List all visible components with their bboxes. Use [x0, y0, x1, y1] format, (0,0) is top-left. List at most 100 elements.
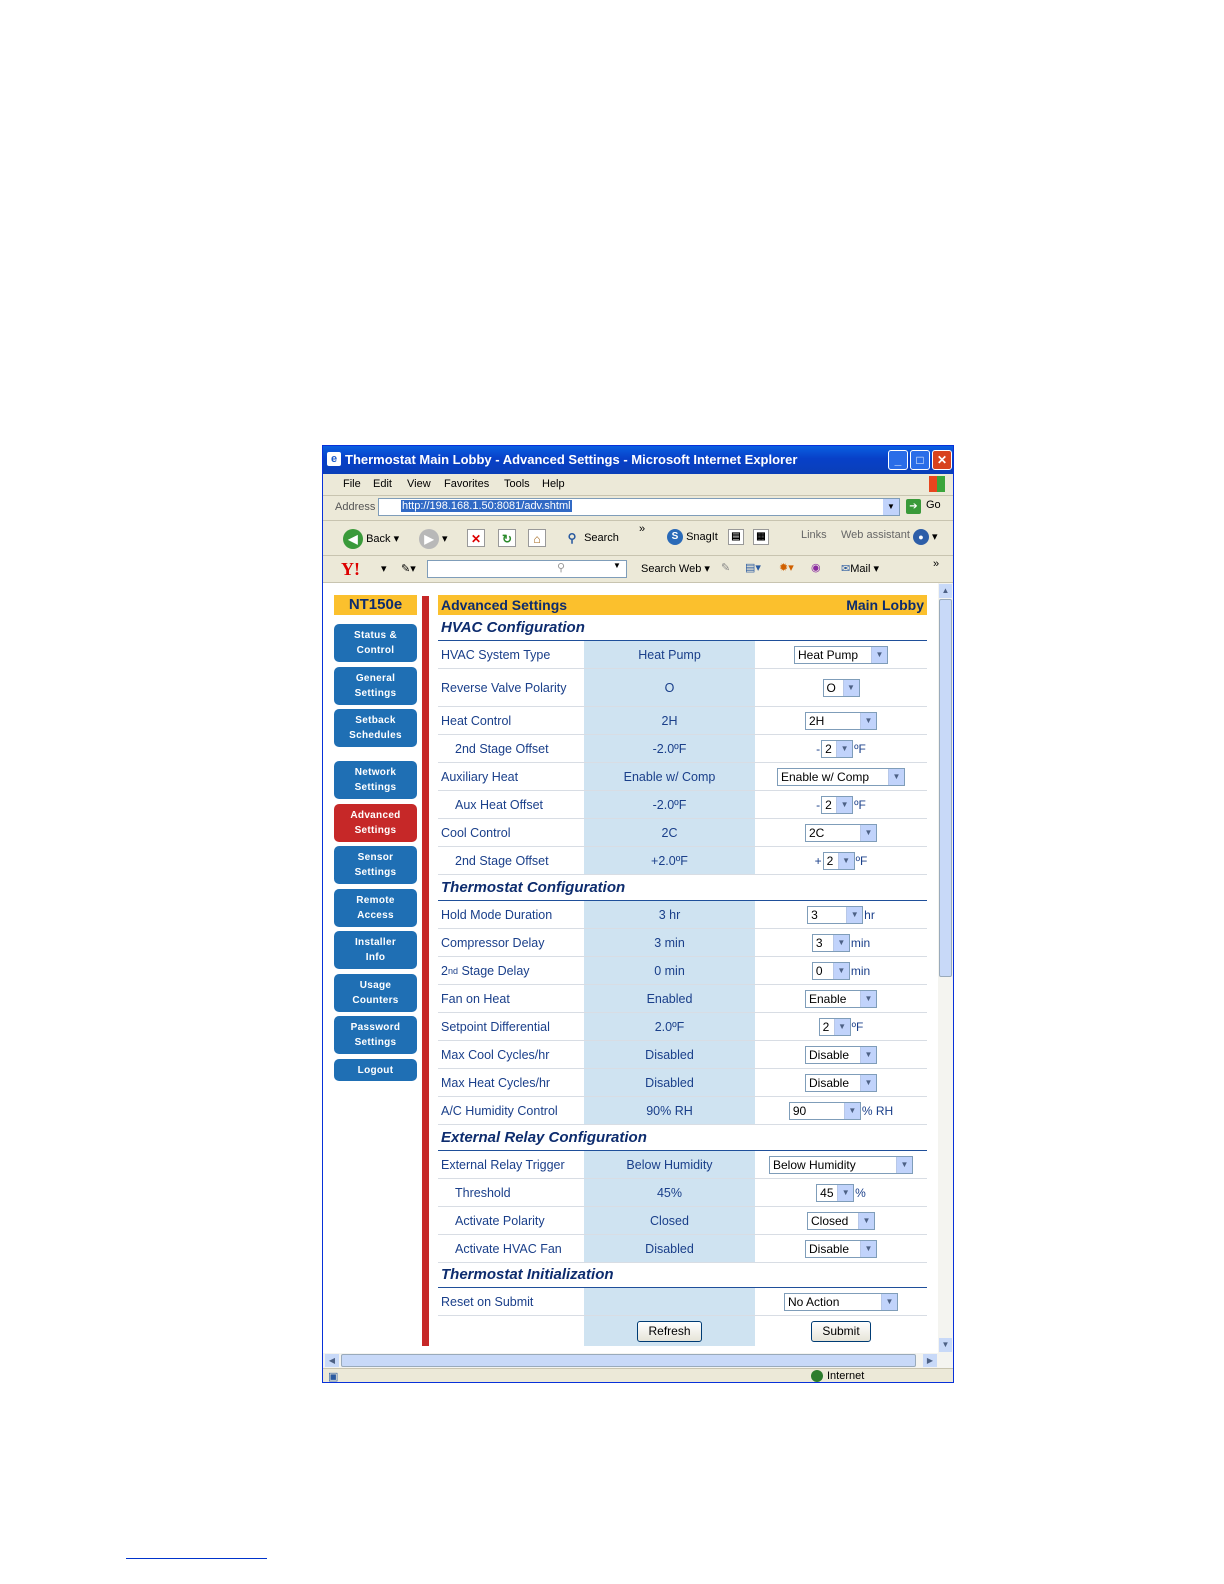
status-bar: ▣ Internet [323, 1368, 953, 1382]
yahoo-logo-icon[interactable]: Y! [341, 559, 360, 580]
select-value: 3 [811, 907, 818, 922]
forward-button[interactable]: ▶ ▾ [419, 529, 448, 549]
hold-mode-select[interactable]: 3 ▼ [807, 905, 864, 924]
select-value: 3 [815, 935, 823, 950]
chevron-down-icon[interactable]: ▼ [883, 499, 899, 515]
refresh-button[interactable]: Refresh [637, 1320, 702, 1342]
scroll-up-icon[interactable]: ▲ [939, 584, 952, 598]
pencil-icon[interactable]: ✎▾ [401, 562, 416, 575]
select-value: Below Humidity [773, 1157, 856, 1172]
activate-polarity-select[interactable]: Closed ▼ [807, 1211, 875, 1230]
max-cool-select[interactable]: Disable ▼ [805, 1045, 877, 1064]
go-button[interactable]: Go [926, 499, 941, 511]
antispy-icon[interactable]: ✹▾ [779, 561, 794, 574]
nav-status-control[interactable]: Status & Control [334, 624, 417, 662]
menu-help[interactable]: Help [542, 478, 565, 490]
hvac-type-select[interactable]: Heat Pump ▼ [794, 645, 888, 664]
activate-hvac-fan-select[interactable]: Disable ▼ [805, 1239, 877, 1258]
horizontal-scrollbar[interactable]: ◀ ▶ [323, 1353, 953, 1368]
fan-on-heat-select[interactable]: Enable ▼ [805, 989, 877, 1008]
current-value: -2.0ºF [584, 735, 755, 762]
scroll-down-icon[interactable]: ▼ [939, 1338, 952, 1352]
current-value: Enable w/ Comp [584, 763, 755, 790]
web-assistant-button[interactable]: Web assistant [841, 529, 910, 541]
row-label: Fan on Heat [441, 991, 510, 1006]
nav-installer-info[interactable]: Installer Info [334, 931, 417, 969]
messenger-icon[interactable]: ◉ [811, 561, 821, 574]
menu-view[interactable]: View [407, 478, 431, 490]
reverse-valve-select[interactable]: O ▼ [822, 678, 860, 697]
relay-trigger-select[interactable]: Below Humidity ▼ [769, 1155, 913, 1174]
minimize-button[interactable]: _ [888, 450, 908, 470]
stage-delay-select[interactable]: 0 ▼ [811, 961, 850, 980]
page-title: Advanced Settings [441, 597, 568, 613]
menu-tools[interactable]: Tools [504, 478, 530, 490]
nav-remote-access[interactable]: Remote Access [334, 889, 417, 927]
close-button[interactable]: ✕ [932, 450, 952, 470]
layout-icon[interactable]: ▤▾ [745, 561, 761, 574]
ac-humidity-select[interactable]: 90 ▼ [788, 1101, 861, 1120]
search-web-button[interactable]: Search Web ▾ [641, 562, 710, 575]
setpoint-diff-select[interactable]: 2 ▼ [818, 1017, 851, 1036]
highlight-icon[interactable]: ✎ [721, 561, 730, 574]
divider-bar [422, 596, 429, 1346]
envelope-icon: ✉ [841, 563, 851, 575]
nav-setback-schedules[interactable]: Setback Schedules [334, 709, 417, 747]
capture-edit-button[interactable]: ▦ [753, 529, 769, 545]
nav-advanced-settings[interactable]: Advanced Settings [334, 804, 417, 842]
compressor-delay-select[interactable]: 3 ▼ [811, 933, 850, 952]
aux-heat-select[interactable]: Enable w/ Comp ▼ [777, 767, 905, 786]
toolbar-more[interactable]: » [639, 523, 645, 535]
back-button[interactable]: ◀ Back ▾ [343, 529, 399, 549]
menu-file[interactable]: File [343, 478, 361, 490]
chevron-down-icon: ▼ [860, 1046, 876, 1063]
menu-favorites[interactable]: Favorites [444, 478, 489, 490]
nav-network-settings[interactable]: Network Settings [334, 761, 417, 799]
nav-general-settings[interactable]: General Settings [334, 667, 417, 705]
threshold-select[interactable]: 45 ▼ [816, 1183, 855, 1202]
scroll-right-icon[interactable]: ▶ [923, 1354, 937, 1367]
snagit-button[interactable]: S SnagIt [667, 529, 718, 545]
refresh-icon: ↻ [498, 529, 516, 547]
hscroll-thumb[interactable] [341, 1354, 916, 1367]
cool-control-select[interactable]: 2C ▼ [805, 823, 877, 842]
nav-usage-counters[interactable]: Usage Counters [334, 974, 417, 1012]
nav-sensor-settings[interactable]: Sensor Settings [334, 846, 417, 884]
capture-window-button[interactable]: ▤ [728, 529, 744, 545]
heat-control-select[interactable]: 2H ▼ [805, 711, 877, 730]
nav-password-settings[interactable]: Password Settings [334, 1016, 417, 1054]
menu-edit[interactable]: Edit [373, 478, 392, 490]
vertical-scrollbar[interactable]: ▲ ▼ [938, 583, 953, 1353]
row-label: Hold Mode Duration [441, 907, 553, 922]
reset-on-submit-select[interactable]: No Action ▼ [784, 1292, 898, 1311]
stop-button[interactable]: ✕ [467, 529, 485, 547]
links-button[interactable]: Links [801, 529, 827, 541]
select-value: 0 [815, 963, 823, 978]
maximize-button[interactable]: □ [910, 450, 930, 470]
nav-logout[interactable]: Logout [334, 1059, 417, 1081]
heat-stage2-offset-select[interactable]: 2 ▼ [821, 739, 854, 758]
search-button[interactable]: ⚲ Search [563, 529, 619, 547]
aux-heat-offset-select[interactable]: 2 ▼ [821, 795, 854, 814]
scroll-left-icon[interactable]: ◀ [325, 1354, 339, 1367]
yahoo-search-dropdown-icon[interactable]: ▼ [613, 561, 621, 570]
submit-button[interactable]: Submit [811, 1320, 871, 1342]
yahoo-more[interactable]: » [933, 558, 939, 570]
row-label: Max Heat Cycles/hr [441, 1075, 551, 1090]
yahoo-menu-arrow[interactable]: ▾ [381, 562, 387, 575]
yahoo-search-input[interactable] [427, 560, 627, 578]
scroll-thumb[interactable] [939, 599, 952, 977]
web-assistant-globe-icon[interactable]: ● ▾ [913, 529, 938, 545]
refresh-browser-button[interactable]: ↻ [498, 529, 516, 547]
go-arrow-icon[interactable]: ➔ [906, 499, 921, 514]
chevron-down-icon: ▼ [846, 906, 863, 923]
address-input[interactable]: http://198.168.1.50:8081/adv.shtml ▼ [378, 498, 900, 516]
cool-stage2-offset-select[interactable]: 2 ▼ [822, 851, 855, 870]
row-max-cool-cycles: Max Cool Cycles/hr Disabled Disable ▼ [438, 1041, 927, 1069]
max-heat-select[interactable]: Disable ▼ [805, 1073, 877, 1092]
mail-button[interactable]: ✉Mail ▾ [841, 562, 879, 575]
unit-label: % [855, 1185, 866, 1200]
home-button[interactable]: ⌂ [528, 529, 546, 547]
magnifier-icon: ⚲ [557, 562, 566, 574]
row-aux-heat-offset: Aux Heat Offset -2.0ºF -2 ▼ ºF [438, 791, 927, 819]
